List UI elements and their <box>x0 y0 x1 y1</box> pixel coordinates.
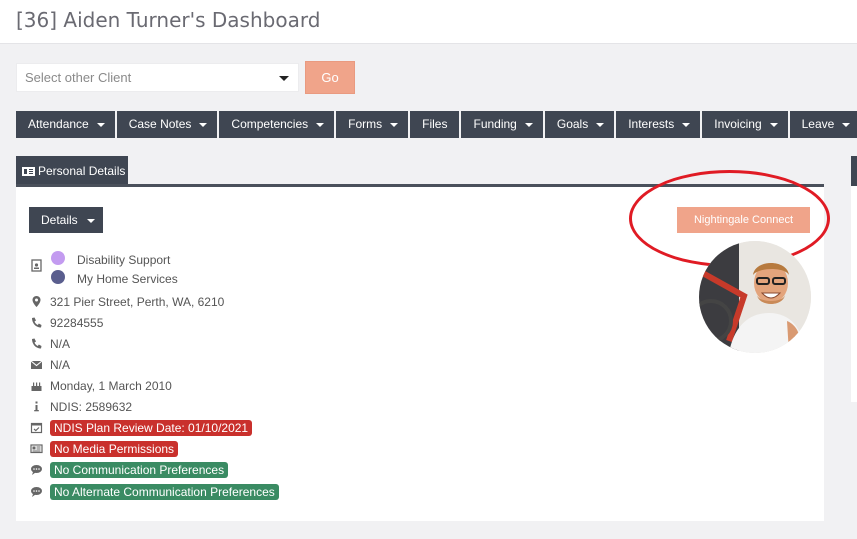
ndis-text: NDIS: 2589632 <box>50 400 133 414</box>
id-card-icon <box>22 167 35 176</box>
nav-goals[interactable]: Goals <box>544 111 615 138</box>
page-header: [36] Aiden Turner's Dashboard <box>0 0 857 44</box>
calendar-check-icon <box>30 422 43 434</box>
tab-personal-details[interactable]: Personal Details <box>16 156 128 186</box>
nav-invoicing[interactable]: Invoicing <box>702 111 788 138</box>
communication-badge: No Communication Preferences <box>50 462 229 478</box>
nav-label: Interests <box>628 117 675 131</box>
address-text: 321 Pier Street, Perth, WA, 6210 <box>50 295 225 309</box>
details-dropdown-button[interactable]: Details <box>29 207 103 233</box>
service-color-dot <box>51 251 65 265</box>
caret-down-icon <box>96 122 105 127</box>
module-nav: Attendance Case Notes Competencies Forms… <box>16 111 857 138</box>
phone-icon <box>32 317 42 328</box>
nav-label: Leave <box>801 117 835 131</box>
caret-down-icon <box>390 122 399 127</box>
caret-down-icon <box>86 218 95 223</box>
comment-dots-icon <box>31 487 42 497</box>
details-label: Details <box>41 213 78 227</box>
nav-interests[interactable]: Interests <box>616 111 701 138</box>
tab-label: Personal Details <box>38 164 126 178</box>
caret-down-icon <box>682 122 691 127</box>
caret-down-icon <box>842 122 851 127</box>
phone-icon <box>32 338 42 349</box>
nav-funding[interactable]: Funding <box>461 111 543 138</box>
comment-dots-icon <box>31 465 42 475</box>
nav-label: Goals <box>556 117 589 131</box>
email-text: N/A <box>50 358 71 372</box>
service-label: My Home Services <box>77 272 178 286</box>
phone-text: 92284555 <box>50 316 104 330</box>
birthday-cake-icon <box>31 382 42 391</box>
envelope-icon <box>30 360 43 369</box>
nav-label: Forms <box>348 117 383 131</box>
side-panel-header <box>851 156 857 186</box>
alt-communication-badge: No Alternate Communication Preferences <box>50 484 279 500</box>
nav-label: Files <box>422 117 448 131</box>
id-badge-icon <box>31 259 42 272</box>
nav-label: Competencies <box>231 117 309 131</box>
client-select-placeholder: Select other Client <box>25 70 132 85</box>
nav-forms[interactable]: Forms <box>336 111 409 138</box>
nav-label: Case Notes <box>128 117 192 131</box>
nav-attendance[interactable]: Attendance <box>16 111 115 138</box>
nav-label: Funding <box>473 117 517 131</box>
newspaper-icon <box>30 444 43 454</box>
nav-label: Attendance <box>28 117 89 131</box>
go-button[interactable]: Go <box>305 61 355 94</box>
plan-review-badge: NDIS Plan Review Date: 01/10/2021 <box>50 420 253 436</box>
nav-case-notes[interactable]: Case Notes <box>116 111 218 138</box>
info-icon <box>34 401 39 412</box>
nav-files[interactable]: Files <box>410 111 460 138</box>
service-color-dot <box>51 270 65 284</box>
map-marker-icon <box>32 296 41 307</box>
service-label: Disability Support <box>77 253 171 267</box>
nav-label: Invoicing <box>714 117 762 131</box>
media-permissions-badge: No Media Permissions <box>50 441 179 457</box>
caret-down-icon <box>769 122 778 127</box>
birthday-text: Monday, 1 March 2010 <box>50 379 172 393</box>
caret-down-icon <box>199 122 208 127</box>
side-panel <box>851 186 857 402</box>
caret-down-icon <box>524 122 533 127</box>
chevron-down-icon <box>279 76 289 81</box>
caret-down-icon <box>596 122 605 127</box>
client-select[interactable]: Select other Client <box>16 63 299 92</box>
nav-competencies[interactable]: Competencies <box>219 111 335 138</box>
caret-down-icon <box>316 122 325 127</box>
nav-leave[interactable]: Leave <box>789 111 857 138</box>
avatar-photo <box>699 241 811 353</box>
avatar <box>699 241 811 353</box>
page-title: [36] Aiden Turner's Dashboard <box>16 8 321 32</box>
mobile-text: N/A <box>50 337 71 351</box>
